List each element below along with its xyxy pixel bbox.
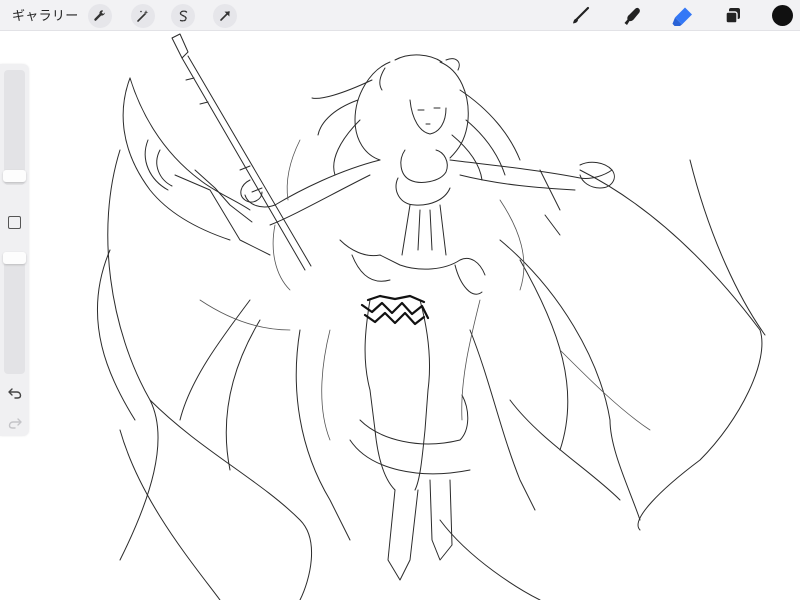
arrow-cursor-icon [220,11,230,21]
opacity-slider[interactable] [4,252,25,374]
undo-icon[interactable] [7,386,23,400]
smudge-button[interactable] [620,4,644,28]
gallery-button[interactable]: ギャラリー [12,0,79,31]
eraser-button[interactable] [671,4,695,28]
wrench-icon [94,10,105,21]
top-toolbar: ギャラリー [0,0,800,31]
character-head [311,54,521,181]
brush-button[interactable] [568,4,592,28]
drawing-canvas[interactable] [0,31,800,600]
magic-wand-icon [137,10,149,22]
brush-size-slider[interactable] [4,70,25,185]
lace-garter [360,294,430,326]
selection-button[interactable] [171,4,195,28]
adjustments-button[interactable] [131,4,155,28]
procreate-app: ギャラリー [0,0,800,600]
transform-button[interactable] [213,4,237,28]
character-arms [240,159,615,236]
brush-icon [573,6,590,24]
actions-button[interactable] [88,4,112,28]
scythe-staff [171,33,312,271]
opacity-thumb[interactable] [3,252,26,264]
smudge-finger-icon [624,7,640,26]
layers-icon [725,8,740,24]
color-picker-button[interactable] [772,5,793,26]
selection-s-icon [178,10,188,22]
eraser-icon [672,7,692,26]
layers-button[interactable] [721,4,745,28]
character-torso [339,149,486,295]
square-modifier-icon[interactable] [8,216,21,229]
side-controls [0,64,29,436]
character-legs [349,299,471,581]
cape-outline [96,149,766,600]
brush-size-thumb[interactable] [3,170,26,182]
fabric-folds [199,139,651,441]
redo-icon[interactable] [7,416,23,430]
